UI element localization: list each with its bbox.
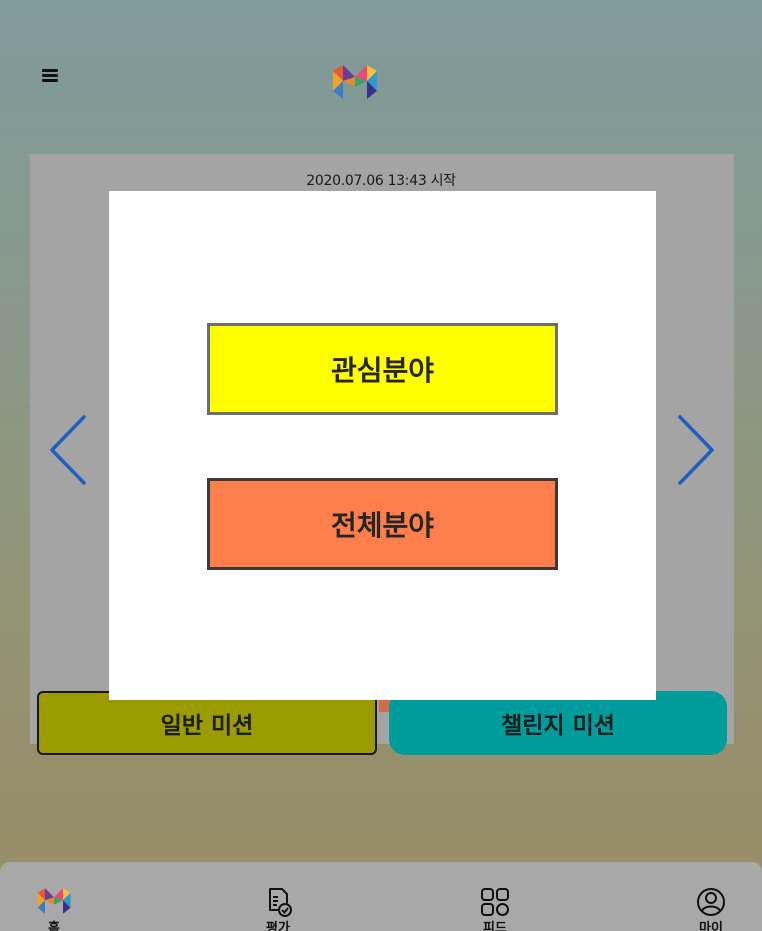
m-logo-icon[interactable] bbox=[331, 63, 379, 101]
chevron-left-icon[interactable] bbox=[46, 413, 90, 487]
general-mission-button[interactable]: 일반 미션 bbox=[37, 691, 377, 755]
start-time-text: 2020.07.06 13:43 시작 bbox=[306, 173, 456, 189]
nav-label-home: 홈 bbox=[48, 921, 60, 931]
nav-label-feed: 피드 bbox=[483, 921, 507, 931]
all-fields-button[interactable]: 전체분야 bbox=[207, 478, 558, 570]
nav-item-feed[interactable]: 피드 bbox=[455, 862, 535, 931]
field-select-modal bbox=[109, 191, 656, 700]
feed-grid-icon bbox=[481, 888, 509, 916]
m-logo-icon bbox=[37, 888, 71, 914]
nav-item-evaluation[interactable]: 평가 bbox=[238, 862, 318, 931]
nav-label-my: 마이 bbox=[699, 921, 723, 931]
nav-item-home[interactable]: 홈 bbox=[14, 862, 94, 931]
bottom-navigation: 홈 평가 피드 마이 bbox=[0, 862, 762, 931]
interest-field-button[interactable]: 관심분야 bbox=[207, 323, 558, 415]
chevron-right-icon[interactable] bbox=[674, 413, 718, 487]
nav-label-evaluation: 평가 bbox=[266, 921, 290, 931]
hamburger-menu-icon[interactable] bbox=[42, 69, 58, 82]
profile-icon bbox=[697, 888, 725, 916]
evaluation-icon bbox=[269, 888, 292, 917]
challenge-mission-button[interactable]: 챌린지 미션 bbox=[389, 691, 727, 755]
nav-item-my[interactable]: 마이 bbox=[671, 862, 751, 931]
